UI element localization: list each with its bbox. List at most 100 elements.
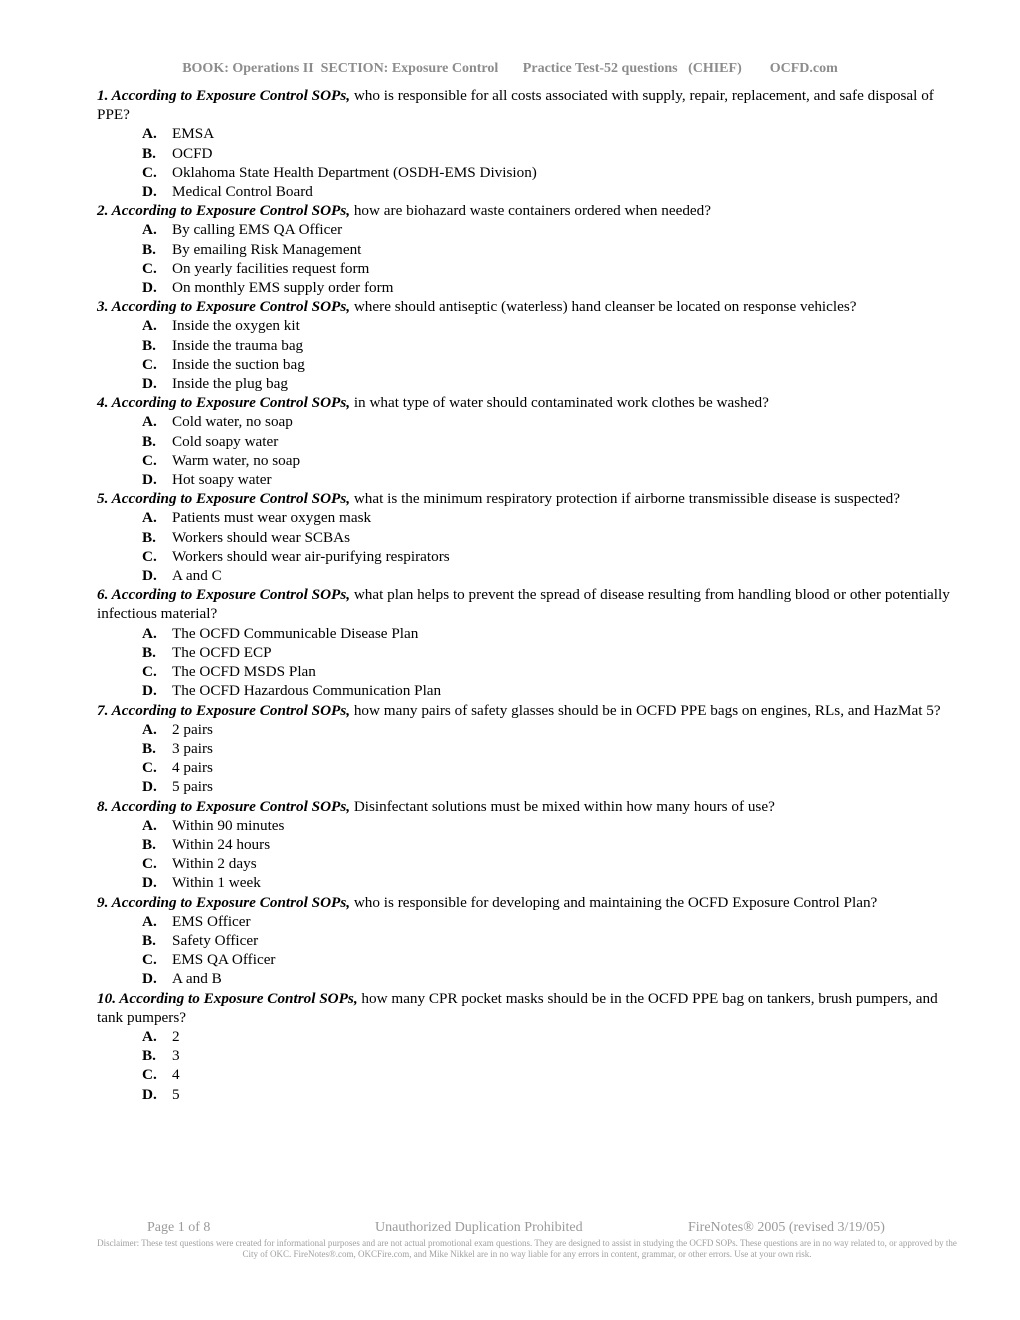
question-stem: 9. According to Exposure Control SOPs, w… (97, 893, 957, 912)
option-letter: D. (142, 874, 157, 892)
question: 10. According to Exposure Control SOPs, … (97, 989, 957, 1104)
option-letter: C. (142, 259, 157, 277)
option-letter: B. (142, 336, 156, 354)
question: 5. According to Exposure Control SOPs, w… (97, 489, 957, 585)
option-text: Within 24 hours (172, 835, 271, 853)
option-text: 4 pairs (172, 759, 213, 777)
option-letter: C. (142, 1066, 157, 1084)
option-letter: B. (142, 528, 156, 546)
question-prefix: 1. According to Exposure Control SOPs, (97, 87, 350, 104)
option-text: The OCFD Communicable Disease Plan (172, 624, 419, 642)
answer-option: C. Within 2 days (97, 854, 957, 873)
question-prefix: 5. According to Exposure Control SOPs, (97, 490, 350, 507)
option-text: Oklahoma State Health Department (OSDH-E… (172, 163, 537, 181)
option-letter: B. (142, 240, 156, 258)
option-text: Inside the trauma bag (172, 336, 304, 354)
answer-option: A. EMS Officer (97, 912, 957, 931)
question-text: what is the minimum respiratory protecti… (350, 490, 901, 508)
question-number: 3. (97, 298, 109, 316)
answer-option: D. Medical Control Board (97, 182, 957, 201)
question-source: According to Exposure Control SOPs, (111, 87, 351, 104)
option-letter: A. (142, 1027, 157, 1045)
option-letter: D. (142, 567, 157, 585)
question: 2. According to Exposure Control SOPs, h… (97, 201, 957, 297)
question-text: in what type of water should contaminate… (350, 394, 769, 412)
answer-option: A. By calling EMS QA Officer (97, 220, 957, 239)
answer-option: B. Cold soapy water (97, 432, 957, 451)
option-text: The OCFD Hazardous Communication Plan (172, 682, 442, 700)
answer-option: B. OCFD (97, 144, 957, 163)
option-letter: C. (142, 547, 157, 565)
option-letter: D. (142, 970, 157, 988)
question: 4. According to Exposure Control SOPs, i… (97, 393, 957, 489)
option-text: On yearly facilities request form (172, 259, 370, 277)
option-text: 2 (172, 1027, 180, 1045)
question-stem: 1. According to Exposure Control SOPs, w… (97, 86, 957, 124)
question-number: 10. (97, 989, 116, 1007)
answer-option: D. A and C (97, 566, 957, 585)
header-test-title: Practice Test-52 questions (CHIEF) (522, 61, 742, 76)
option-text: EMS QA Officer (172, 951, 276, 969)
option-letter: C. (142, 951, 157, 969)
question-number: 8. (97, 797, 109, 815)
duplication-notice: Unauthorized Duplication Prohibited (375, 1220, 583, 1235)
option-text: A and C (172, 567, 222, 585)
option-text: Within 1 week (172, 874, 261, 892)
question-number: 1. (97, 87, 109, 104)
answer-options: A. Within 90 minutes B. Within 24 hours C. Wi… (97, 816, 957, 893)
answer-option: C. On yearly facilities request form (97, 259, 957, 278)
option-text: 5 (172, 1085, 180, 1103)
option-letter: D. (142, 778, 157, 796)
option-text: The OCFD MSDS Plan (172, 663, 316, 681)
question-prefix: 6. According to Exposure Control SOPs, (97, 586, 350, 603)
answer-option: C. 4 pairs (97, 758, 957, 777)
answer-option: C. Workers should wear air-purifying resp… (97, 547, 957, 566)
option-text: A and B (172, 970, 222, 988)
answer-options: A. Inside the oxygen kit B. Inside the trau… (97, 316, 957, 393)
answer-option: A. Within 90 minutes (97, 816, 957, 835)
question-source: According to Exposure Control SOPs, (111, 797, 351, 815)
option-letter: A. (142, 509, 157, 527)
question-stem: 10. According to Exposure Control SOPs, … (97, 989, 957, 1027)
option-text: Medical Control Board (172, 183, 313, 201)
answer-options: A. Cold water, no soap B. Cold soapy water C… (97, 412, 957, 489)
question-text: where should antiseptic (waterless) hand… (350, 298, 857, 316)
answer-option: C. Oklahoma State Health Department (OSDH… (97, 163, 957, 182)
option-letter: B. (142, 643, 156, 661)
question-number: 9. (97, 893, 109, 911)
option-letter: C. (142, 163, 157, 181)
answer-options: A. By calling EMS QA Officer B. By emailing… (97, 220, 957, 297)
option-letter: B. (142, 1047, 156, 1065)
question-source: According to Exposure Control SOPs, (111, 490, 351, 508)
question: 8. According to Exposure Control SOPs, D… (97, 797, 957, 893)
question: 3. According to Exposure Control SOPs, w… (97, 297, 957, 393)
disclaimer: Disclaimer: These test questions were cr… (97, 1238, 957, 1259)
option-letter: A. (142, 912, 157, 930)
header-book-section: BOOK: Operations II SECTION: Exposure Co… (182, 61, 499, 76)
option-letter: D. (142, 1085, 157, 1103)
option-text: Inside the plug bag (172, 375, 288, 393)
answer-option: A. Cold water, no soap (97, 412, 957, 431)
question-stem: 4. According to Exposure Control SOPs, i… (97, 393, 957, 412)
answer-option: D. The OCFD Hazardous Communication Plan (97, 681, 957, 700)
option-text: 3 (172, 1047, 180, 1065)
page-header: BOOK: Operations II SECTION: Exposure Co… (0, 61, 1020, 77)
option-letter: D. (142, 471, 157, 489)
option-text: On monthly EMS supply order form (172, 279, 394, 297)
option-letter: A. (142, 413, 157, 431)
question-stem: 6. According to Exposure Control SOPs, w… (97, 585, 957, 623)
question-stem: 7. According to Exposure Control SOPs, h… (97, 701, 957, 720)
answer-option: B. 3 (97, 1046, 957, 1065)
question-prefix: 9. According to Exposure Control SOPs, (97, 894, 350, 911)
answer-option: D. Within 1 week (97, 873, 957, 892)
question-text: Disinfectant solutions must be mixed wit… (350, 797, 775, 815)
option-letter: A. (142, 816, 157, 834)
answer-option: D. Hot soapy water (97, 470, 957, 489)
answer-option: A. 2 pairs (97, 720, 957, 739)
answer-option: A. EMSA (97, 124, 957, 143)
answer-option: B. Within 24 hours (97, 835, 957, 854)
page-footer: Page 1 of 8 Unauthorized Duplication Pro… (0, 1220, 1020, 1260)
question-number: 7. (97, 701, 109, 719)
question-source: According to Exposure Control SOPs, (111, 298, 351, 316)
option-text: Inside the suction bag (172, 355, 305, 373)
